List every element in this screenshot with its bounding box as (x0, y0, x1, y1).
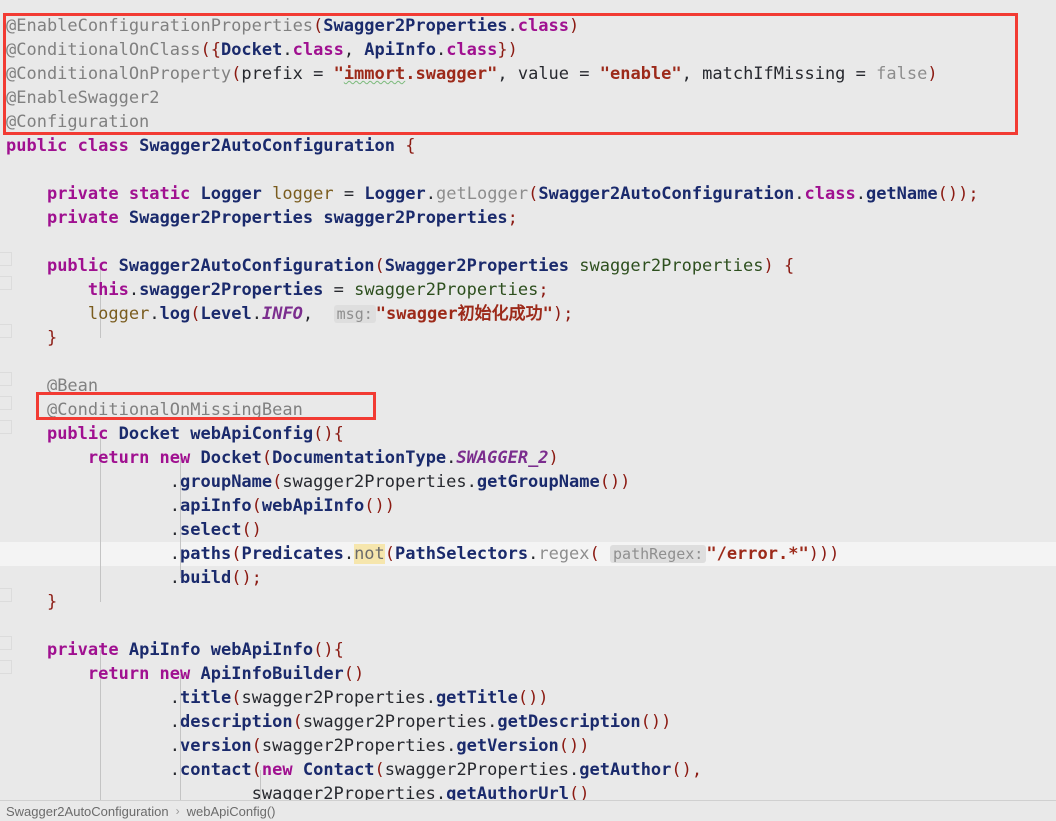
code-line[interactable]: } (0, 590, 1056, 614)
code-line[interactable]: private Swagger2Properties swagger2Prope… (0, 206, 1056, 230)
breadcrumb-item-method[interactable]: webApiConfig() (187, 804, 276, 819)
code-line[interactable]: logger.log(Level.INFO, msg: "swagger初始化成功… (0, 302, 1056, 326)
code-line[interactable]: @ConditionalOnClass({Docket.class, ApiIn… (0, 38, 1056, 62)
code-line[interactable]: @ConditionalOnProperty(prefix = "immort.… (0, 62, 1056, 86)
breadcrumb[interactable]: Swagger2AutoConfiguration › webApiConfig… (0, 800, 1056, 821)
code-line[interactable]: .apiInfo(webApiInfo()) (0, 494, 1056, 518)
code-line[interactable]: .contact(new Contact(swagger2Properties.… (0, 758, 1056, 782)
code-line[interactable]: swagger2Properties.getAuthorUrl() (0, 782, 1056, 800)
inline-parameter-hint: msg: (333, 305, 376, 323)
code-line[interactable]: this.swagger2Properties = swagger2Proper… (0, 278, 1056, 302)
code-line[interactable]: } (0, 326, 1056, 350)
code-editor-window: @EnableConfigurationProperties(Swagger2P… (0, 0, 1056, 821)
code-line[interactable]: .paths(Predicates.not(PathSelectors.rege… (0, 542, 1056, 566)
breadcrumb-separator-icon: › (175, 804, 180, 818)
code-line[interactable]: .build(); (0, 566, 1056, 590)
code-line[interactable]: return new ApiInfoBuilder() (0, 662, 1056, 686)
code-line[interactable]: public Docket webApiConfig(){ (0, 422, 1056, 446)
code-line[interactable]: private ApiInfo webApiInfo(){ (0, 638, 1056, 662)
code-line[interactable]: .groupName(swagger2Properties.getGroupNa… (0, 470, 1056, 494)
code-text-surface[interactable]: @EnableConfigurationProperties(Swagger2P… (0, 0, 1056, 800)
code-line[interactable]: @EnableConfigurationProperties(Swagger2P… (0, 14, 1056, 38)
code-line[interactable]: @Bean (0, 374, 1056, 398)
code-line[interactable]: private static Logger logger = Logger.ge… (0, 182, 1056, 206)
code-line[interactable]: .select() (0, 518, 1056, 542)
code-line[interactable]: public class Swagger2AutoConfiguration { (0, 134, 1056, 158)
inline-parameter-hint: pathRegex: (610, 545, 707, 563)
code-line[interactable]: @ConditionalOnMissingBean (0, 398, 1056, 422)
code-line[interactable]: .description(swagger2Properties.getDescr… (0, 710, 1056, 734)
code-line[interactable]: .title(swagger2Properties.getTitle()) (0, 686, 1056, 710)
code-line[interactable]: .version(swagger2Properties.getVersion()… (0, 734, 1056, 758)
breadcrumb-item-class[interactable]: Swagger2AutoConfiguration (6, 804, 169, 819)
code-line[interactable]: public Swagger2AutoConfiguration(Swagger… (0, 254, 1056, 278)
usage-highlight-token: not (354, 544, 385, 564)
code-line[interactable]: @Configuration (0, 110, 1056, 134)
code-line[interactable]: @EnableSwagger2 (0, 86, 1056, 110)
code-line[interactable]: return new Docket(DocumentationType.SWAG… (0, 446, 1056, 470)
